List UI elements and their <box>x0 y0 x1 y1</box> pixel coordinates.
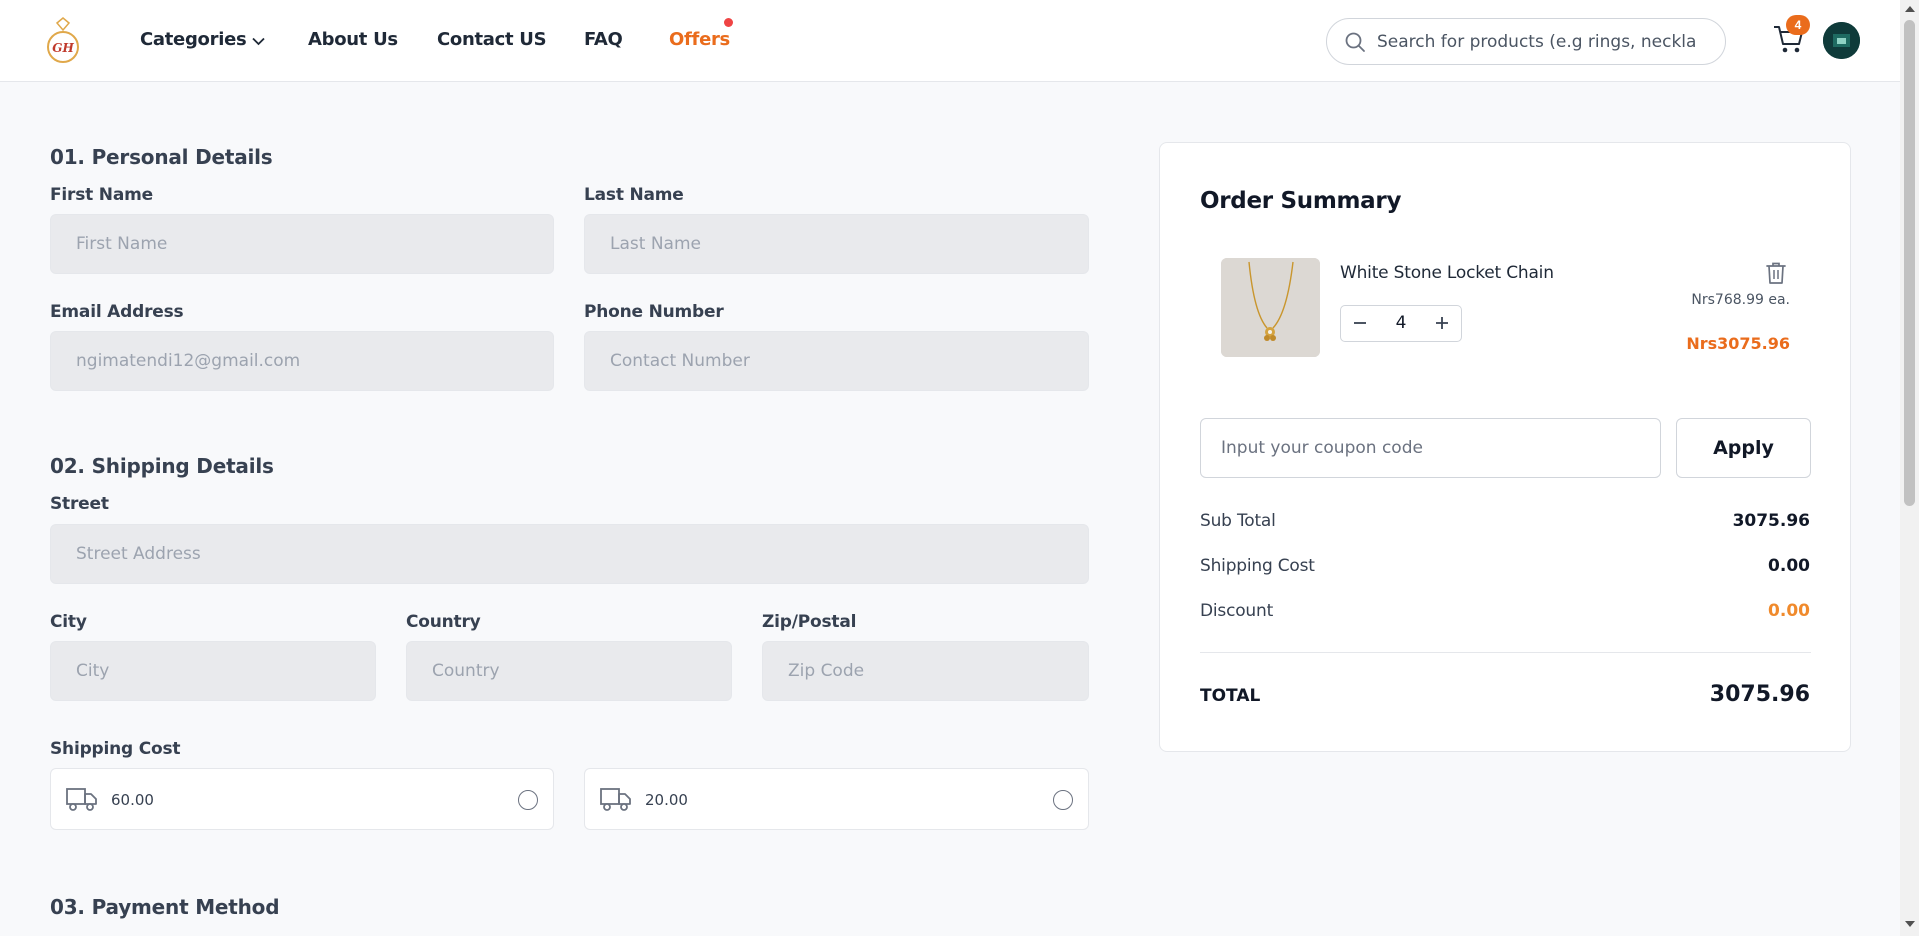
last-name-label: Last Name <box>584 185 684 205</box>
discount-label: Discount <box>1200 601 1274 621</box>
search-bar <box>1326 18 1726 65</box>
nav-offers[interactable]: Offers <box>669 29 730 50</box>
page-scrollbar[interactable] <box>1900 0 1919 936</box>
top-navbar: GH Categories About Us Contact US FAQ Of… <box>0 0 1900 82</box>
nav-about[interactable]: About Us <box>308 29 398 50</box>
nav-faq[interactable]: FAQ <box>584 29 623 50</box>
total-value: 3075.96 <box>1709 682 1810 707</box>
plus-icon <box>1436 317 1448 329</box>
quantity-value[interactable]: 4 <box>1381 306 1421 341</box>
order-summary-title: Order Summary <box>1200 188 1402 214</box>
total-label: TOTAL <box>1200 686 1261 706</box>
shipping-option-radio[interactable] <box>1053 790 1073 810</box>
product-name: White Stone Locket Chain <box>1340 263 1554 283</box>
scroll-up-arrow-icon[interactable] <box>1905 6 1915 12</box>
offers-notification-dot <box>724 18 733 27</box>
scroll-thumb[interactable] <box>1904 20 1915 506</box>
logo-text: GH <box>52 41 74 55</box>
subtotal-value: 3075.96 <box>1732 511 1810 531</box>
city-label: City <box>50 612 87 632</box>
last-name-field[interactable] <box>584 214 1089 274</box>
truck-icon <box>600 785 632 818</box>
country-field[interactable] <box>406 641 732 701</box>
truck-icon <box>66 785 98 818</box>
search-input[interactable] <box>1377 27 1712 57</box>
shipping-option-1[interactable]: 60.00 <box>50 768 554 830</box>
apply-coupon-button[interactable]: Apply <box>1676 418 1811 478</box>
zip-field[interactable] <box>762 641 1089 701</box>
order-summary-card: Order Summary White Stone Locket Chain N… <box>1159 142 1851 752</box>
nav-categories-label: Categories <box>140 29 247 50</box>
shipping-cost-label: Shipping Cost <box>50 739 181 759</box>
street-field[interactable] <box>50 524 1089 584</box>
nav-contact[interactable]: Contact US <box>437 29 547 50</box>
brand-logo[interactable]: GH <box>45 17 81 65</box>
shipping-option-radio[interactable] <box>518 790 538 810</box>
personal-details-heading: 01. Personal Details <box>50 145 273 169</box>
payment-method-heading: 03. Payment Method <box>50 895 280 919</box>
country-label: Country <box>406 612 481 632</box>
shipping-cost-summary-label: Shipping Cost <box>1200 556 1315 576</box>
user-avatar[interactable] <box>1823 22 1860 59</box>
first-name-label: First Name <box>50 185 153 205</box>
trash-icon[interactable] <box>1765 261 1787 290</box>
zip-label: Zip/Postal <box>762 612 857 632</box>
shipping-option-2[interactable]: 20.00 <box>584 768 1089 830</box>
shipping-option-value: 60.00 <box>111 791 154 809</box>
subtotal-label: Sub Total <box>1200 511 1276 531</box>
nav-categories[interactable]: Categories <box>140 29 266 51</box>
minus-icon <box>1354 322 1366 324</box>
street-label: Street <box>50 494 109 514</box>
shipping-option-value: 20.00 <box>645 791 688 809</box>
quantity-stepper: 4 <box>1340 305 1462 342</box>
shipping-details-heading: 02. Shipping Details <box>50 454 274 478</box>
cart-count-badge: 4 <box>1786 15 1810 35</box>
product-line-total: Nrs3075.96 <box>1686 334 1790 353</box>
phone-label: Phone Number <box>584 302 724 322</box>
scroll-down-arrow-icon[interactable] <box>1905 921 1915 927</box>
phone-field[interactable] <box>584 331 1089 391</box>
coupon-input[interactable] <box>1200 418 1661 478</box>
summary-divider <box>1200 652 1811 653</box>
chevron-down-icon <box>252 30 266 51</box>
discount-value: 0.00 <box>1768 601 1810 621</box>
shipping-cost-summary-value: 0.00 <box>1768 556 1810 576</box>
email-field[interactable] <box>50 331 554 391</box>
product-unit-price: Nrs768.99 ea. <box>1691 292 1790 308</box>
product-image <box>1221 258 1320 357</box>
decrease-quantity-button[interactable] <box>1343 306 1377 341</box>
email-label: Email Address <box>50 302 184 322</box>
increase-quantity-button[interactable] <box>1425 306 1459 341</box>
city-field[interactable] <box>50 641 376 701</box>
first-name-field[interactable] <box>50 214 554 274</box>
search-icon <box>1345 32 1365 52</box>
